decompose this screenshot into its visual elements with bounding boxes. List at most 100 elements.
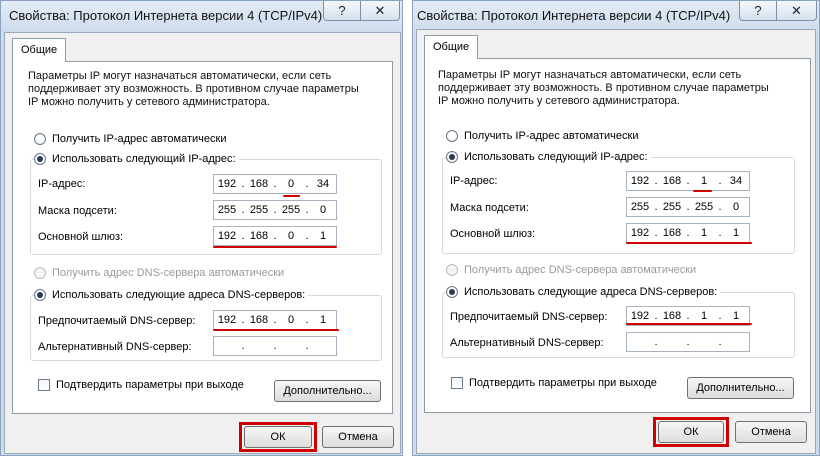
ip-address-input[interactable]: 192. 168. 0. 34 (213, 174, 337, 194)
advanced-button-label: Дополнительно... (696, 382, 785, 394)
octet-separator: . (241, 340, 245, 352)
preferred-dns-label: Предпочитаемый DNS-сервер: (450, 311, 608, 323)
ip-octet: 168 (249, 178, 269, 190)
description-text: Параметры IP могут назначаться автоматич… (438, 69, 769, 107)
ip-octet: 255 (662, 201, 682, 213)
gateway-input[interactable]: 192. 168. 0. 1 (213, 226, 337, 246)
octet-separator: . (654, 336, 658, 348)
ip-octet: 1 (319, 314, 327, 326)
radio-ip-auto-label: Получить IP-адрес автоматически (52, 133, 227, 145)
ip-octet: 192 (217, 230, 237, 242)
ip-octet: 0 (287, 230, 295, 242)
radio-ip-manual-label: Использовать следующий IP-адрес: (464, 151, 648, 163)
validate-on-exit-label: Подтвердить параметры при выходе (469, 377, 657, 389)
advanced-button[interactable]: Дополнительно... (687, 377, 794, 399)
alternate-dns-input[interactable]: . . . (626, 332, 750, 352)
highlight-underline (626, 323, 752, 325)
ip-octet: 192 (630, 175, 650, 187)
highlight-box (653, 417, 729, 447)
radio-circle (34, 153, 46, 165)
close-icon: ✕ (374, 2, 386, 18)
radio-ip-manual[interactable]: Использовать следующий IP-адрес: (34, 153, 239, 165)
radio-ip-auto-label: Получить IP-адрес автоматически (464, 130, 639, 142)
highlight-underline (213, 246, 337, 248)
gateway-label: Основной шлюз: (450, 228, 536, 240)
checkbox-box (38, 379, 50, 391)
ip-octet: 255 (217, 204, 237, 216)
radio-dns-manual-label: Использовать следующие адреса DNS-сервер… (52, 289, 306, 301)
radio-circle (34, 133, 46, 145)
subnet-mask-input[interactable]: 255. 255. 255. 0 (213, 200, 337, 220)
ip-octet: 34 (729, 175, 743, 187)
radio-circle (446, 151, 458, 163)
tcpip-properties-dialog-right: Свойства: Протокол Интернета версии 4 (T… (412, 0, 820, 456)
cancel-button[interactable]: Отмена (322, 426, 394, 448)
radio-ip-auto[interactable]: Получить IP-адрес автоматически (446, 130, 638, 142)
ip-octet: 168 (662, 175, 682, 187)
tab-general[interactable]: Общие (12, 38, 67, 62)
close-button[interactable]: ✕ (360, 1, 400, 21)
cancel-button-label: Отмена (338, 431, 378, 443)
radio-circle (446, 286, 458, 298)
validate-on-exit-checkbox[interactable]: Подтвердить параметры при выходе (38, 379, 244, 391)
ip-octet: 1 (700, 175, 708, 187)
validate-on-exit-checkbox[interactable]: Подтвердить параметры при выходе (451, 377, 657, 389)
cancel-button[interactable]: Отмена (735, 421, 807, 443)
ip-octet: 192 (217, 314, 237, 326)
radio-dns-manual[interactable]: Использовать следующие адреса DNS-сервер… (446, 286, 721, 298)
ip-octet: 168 (662, 227, 682, 239)
radio-dns-auto-label: Получить адрес DNS-сервера автоматически (52, 267, 285, 279)
subnet-mask-label: Маска подсети: (450, 202, 529, 214)
radio-dns-auto[interactable]: Получить адрес DNS-сервера автоматически (34, 267, 284, 279)
close-button[interactable]: ✕ (776, 1, 817, 21)
help-button[interactable]: ? (323, 1, 361, 21)
ip-octet: 168 (249, 314, 269, 326)
highlight-box (239, 422, 317, 452)
help-icon: ? (754, 3, 762, 18)
ip-octet: 0 (287, 314, 295, 326)
close-icon: ✕ (791, 2, 802, 18)
ip-octet: 0 (732, 201, 740, 213)
checkbox-box (451, 377, 463, 389)
ip-octet: 255 (281, 204, 301, 216)
radio-dns-manual[interactable]: Использовать следующие адреса DNS-сервер… (34, 289, 309, 301)
gateway-input[interactable]: 192. 168. 1. 1 (626, 223, 750, 243)
ip-octet: 1 (700, 310, 708, 322)
alternate-dns-input[interactable]: . . . (213, 336, 337, 356)
description-text: Параметры IP могут назначаться автоматич… (28, 70, 359, 108)
ip-octet: 255 (694, 201, 714, 213)
radio-ip-auto[interactable]: Получить IP-адрес автоматически (34, 133, 226, 145)
preferred-dns-input[interactable]: 192. 168. 0. 1 (213, 310, 337, 330)
highlight-underline (693, 190, 712, 192)
ip-octet: 0 (319, 204, 327, 216)
radio-dns-manual-label: Использовать следующие адреса DNS-сервер… (464, 286, 718, 298)
ip-octet: 255 (249, 204, 269, 216)
ip-octet: 1 (700, 227, 708, 239)
radio-circle (34, 267, 46, 279)
ip-octet: 0 (287, 178, 295, 190)
radio-ip-manual[interactable]: Использовать следующий IP-адрес: (446, 151, 651, 163)
ip-octet: 1 (732, 227, 740, 239)
subnet-mask-label: Маска подсети: (38, 205, 117, 217)
help-button[interactable]: ? (739, 1, 777, 21)
highlight-underline (283, 195, 300, 197)
ip-address-label: IP-адрес: (38, 178, 86, 190)
validate-on-exit-label: Подтвердить параметры при выходе (56, 379, 244, 391)
octet-separator: . (718, 336, 722, 348)
tab-general[interactable]: Общие (424, 35, 479, 59)
radio-circle (34, 289, 46, 301)
advanced-button[interactable]: Дополнительно... (274, 380, 381, 402)
help-icon: ? (338, 3, 346, 18)
radio-dns-auto[interactable]: Получить адрес DNS-сервера автоматически (446, 264, 696, 276)
ip-address-label: IP-адрес: (450, 175, 498, 187)
radio-circle (446, 264, 458, 276)
window-title: Свойства: Протокол Интернета версии 4 (T… (417, 8, 731, 23)
ip-octet: 34 (316, 178, 330, 190)
advanced-button-label: Дополнительно... (283, 385, 372, 397)
radio-ip-manual-label: Использовать следующий IP-адрес: (52, 153, 236, 165)
octet-separator: . (686, 336, 690, 348)
octet-separator: . (273, 340, 277, 352)
subnet-mask-input[interactable]: 255. 255. 255. 0 (626, 197, 750, 217)
ip-address-input[interactable]: 192. 168. 1. 34 (626, 171, 750, 191)
tab-general-label: Общие (21, 44, 58, 56)
